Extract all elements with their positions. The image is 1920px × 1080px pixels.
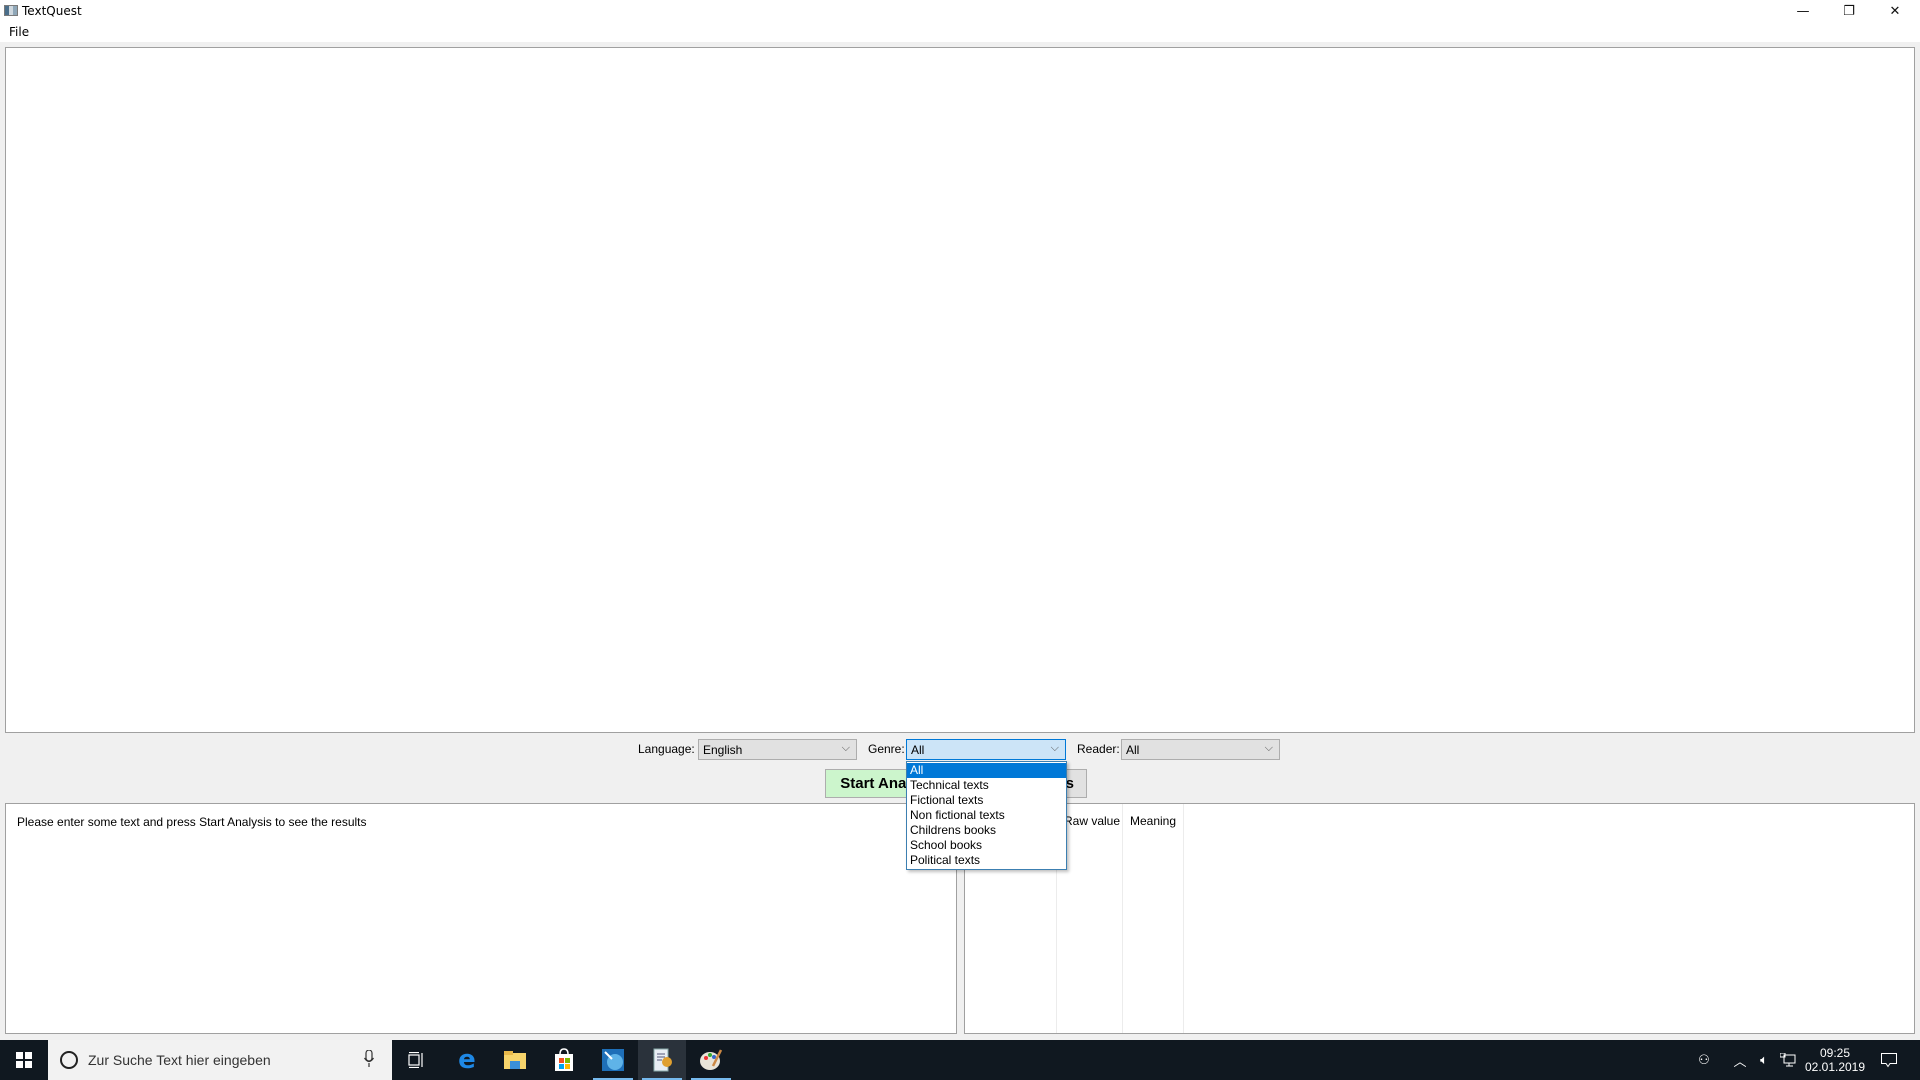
network-icon [1780,1053,1796,1067]
results-message: Please enter some text and press Start A… [17,815,367,829]
language-label: Language: [638,742,695,756]
chevron-up-icon: ︿ [1733,1054,1747,1070]
task-view-icon [408,1052,423,1068]
text-input-area[interactable] [5,47,1915,733]
window-title: TextQuest [22,4,82,18]
close-button[interactable]: ✕ [1872,0,1918,22]
windows-logo-icon [16,1052,32,1068]
language-value: English [703,743,743,757]
column-header-meaning[interactable]: Meaning [1130,814,1176,828]
genre-value: All [911,743,925,757]
title-bar: TextQuest — ❐ ✕ [0,0,1920,22]
column-header-raw-value[interactable]: Raw value [1064,814,1120,828]
genre-option-childrens[interactable]: Childrens books [907,823,1066,838]
column-divider[interactable] [1183,804,1184,1033]
genre-option-fictional[interactable]: Fictional texts [907,793,1066,808]
volume-button[interactable]: 🔈︎ [1752,1040,1776,1080]
taskbar-clock[interactable]: 09:25 02.01.2019 [1800,1046,1870,1076]
people-icon: ⚇ [1698,1052,1710,1068]
chevron-down-icon: ⌵ [1264,742,1273,754]
menu-bar: File [0,22,1920,42]
minimize-button[interactable]: — [1780,0,1826,22]
restore-button[interactable]: ❐ [1826,0,1872,22]
results-text-panel[interactable]: Please enter some text and press Start A… [5,803,957,1034]
show-hidden-icons-button[interactable]: ︿ [1728,1040,1752,1080]
taskbar: Zur Suche Text hier eingeben e ⚇ ︿ 🔈︎ 09… [0,1040,1920,1080]
chevron-down-icon: ⌵ [1050,742,1059,754]
reader-select[interactable]: All ⌵ [1121,739,1280,760]
edge-icon: e [458,1045,476,1075]
genre-option-political[interactable]: Political texts [907,853,1066,868]
menu-file[interactable]: File [7,25,31,39]
speaker-icon: 🔈︎ [1760,1052,1768,1068]
taskbar-edge[interactable]: e [443,1040,491,1080]
task-view-button[interactable] [392,1040,440,1080]
taskbar-search-box[interactable]: Zur Suche Text hier eingeben [48,1040,392,1080]
genre-label: Genre: [868,742,905,756]
taskbar-store[interactable] [540,1040,588,1080]
taskbar-textquest[interactable] [638,1040,686,1080]
results-table[interactable]: Raw value Meaning [964,803,1915,1034]
search-placeholder: Zur Suche Text hier eingeben [88,1052,271,1068]
reader-label: Reader: [1077,742,1120,756]
clock-date: 02.01.2019 [1804,1060,1866,1074]
notifications-icon [1881,1052,1897,1067]
taskbar-paint[interactable] [687,1040,735,1080]
action-center-button[interactable] [1872,1040,1906,1080]
textquest-app-icon [653,1048,672,1072]
paint-palette-icon [700,1049,723,1070]
windows-start-button[interactable] [0,1040,48,1080]
store-icon [555,1048,573,1071]
reader-value: All [1126,743,1140,757]
genre-dropdown-list: All Technical texts Fictional texts Non … [906,761,1067,870]
network-button[interactable] [1776,1040,1800,1080]
genre-option-non-fictional[interactable]: Non fictional texts [907,808,1066,823]
chevron-down-icon: ⌵ [841,742,850,754]
genre-option-school[interactable]: School books [907,838,1066,853]
taskbar-file-explorer[interactable] [491,1040,539,1080]
clock-time: 09:25 [1819,1046,1851,1060]
people-button[interactable]: ⚇ [1690,1040,1718,1080]
remote-desktop-icon [602,1049,624,1071]
cortana-icon [60,1051,78,1069]
taskbar-remote-app[interactable] [589,1040,637,1080]
folder-icon [504,1051,526,1069]
genre-option-all[interactable]: All [907,763,1066,778]
language-select[interactable]: English ⌵ [698,739,857,760]
microphone-icon[interactable] [364,1050,374,1068]
app-icon [4,5,18,16]
genre-option-technical[interactable]: Technical texts [907,778,1066,793]
genre-select[interactable]: All ⌵ [906,739,1066,760]
column-divider[interactable] [1122,804,1123,1033]
